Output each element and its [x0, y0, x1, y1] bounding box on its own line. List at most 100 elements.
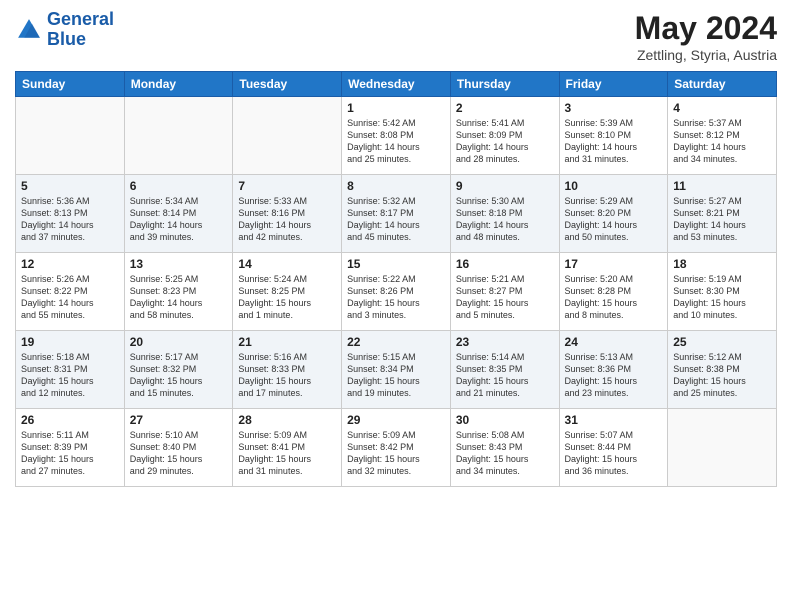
day-number: 25	[673, 335, 771, 349]
calendar-day-empty	[124, 97, 233, 175]
calendar-day-1: 1 Sunrise: 5:42 AM Sunset: 8:08 PM Daylig…	[342, 97, 451, 175]
calendar-day-27: 27 Sunrise: 5:10 AM Sunset: 8:40 PM Dayli…	[124, 409, 233, 487]
calendar-day-26: 26 Sunrise: 5:11 AM Sunset: 8:39 PM Dayli…	[16, 409, 125, 487]
day-number: 20	[130, 335, 228, 349]
day-info: Sunrise: 5:25 AM Sunset: 8:23 PM Dayligh…	[130, 273, 228, 322]
day-number: 3	[565, 101, 663, 115]
day-number: 26	[21, 413, 119, 427]
calendar-day-31: 31Sunrise: 5:07 AM Sunset: 8:44 PM Dayli…	[559, 409, 668, 487]
calendar-day-17: 17 Sunrise: 5:20 AM Sunset: 8:28 PM Dayli…	[559, 253, 668, 331]
weekday-header-monday: Monday	[124, 72, 233, 97]
day-info: Sunrise: 5:14 AM Sunset: 8:35 PM Dayligh…	[456, 351, 554, 400]
day-number: 6	[130, 179, 228, 193]
calendar-day-18: 18Sunrise: 5:19 AM Sunset: 8:30 PM Dayli…	[668, 253, 777, 331]
calendar-week-3: 12 Sunrise: 5:26 AM Sunset: 8:22 PM Dayli…	[16, 253, 777, 331]
calendar-week-1: 1 Sunrise: 5:42 AM Sunset: 8:08 PM Daylig…	[16, 97, 777, 175]
day-number: 27	[130, 413, 228, 427]
day-number: 2	[456, 101, 554, 115]
day-info: Sunrise: 5:41 AM Sunset: 8:09 PM Dayligh…	[456, 117, 554, 166]
calendar-day-21: 21Sunrise: 5:16 AM Sunset: 8:33 PM Dayli…	[233, 331, 342, 409]
day-number: 23	[456, 335, 554, 349]
logo: General Blue	[15, 10, 114, 50]
weekday-header-friday: Friday	[559, 72, 668, 97]
calendar-day-10: 10 Sunrise: 5:29 AM Sunset: 8:20 PM Dayli…	[559, 175, 668, 253]
calendar-day-30: 30 Sunrise: 5:08 AM Sunset: 8:43 PM Dayli…	[450, 409, 559, 487]
day-info: Sunrise: 5:08 AM Sunset: 8:43 PM Dayligh…	[456, 429, 554, 478]
calendar-day-5: 5 Sunrise: 5:36 AM Sunset: 8:13 PM Daylig…	[16, 175, 125, 253]
day-info: Sunrise: 5:12 AM Sunset: 8:38 PM Dayligh…	[673, 351, 771, 400]
day-info: Sunrise: 5:21 AM Sunset: 8:27 PM Dayligh…	[456, 273, 554, 322]
day-info: Sunrise: 5:37 AM Sunset: 8:12 PM Dayligh…	[673, 117, 771, 166]
day-number: 16	[456, 257, 554, 271]
calendar-day-23: 23 Sunrise: 5:14 AM Sunset: 8:35 PM Dayli…	[450, 331, 559, 409]
day-info: Sunrise: 5:22 AM Sunset: 8:26 PM Dayligh…	[347, 273, 445, 322]
day-info: Sunrise: 5:13 AM Sunset: 8:36 PM Dayligh…	[565, 351, 663, 400]
day-info: Sunrise: 5:29 AM Sunset: 8:20 PM Dayligh…	[565, 195, 663, 244]
day-number: 29	[347, 413, 445, 427]
day-number: 12	[21, 257, 119, 271]
calendar-table: SundayMondayTuesdayWednesdayThursdayFrid…	[15, 71, 777, 487]
day-number: 11	[673, 179, 771, 193]
calendar-day-empty	[16, 97, 125, 175]
day-info: Sunrise: 5:17 AM Sunset: 8:32 PM Dayligh…	[130, 351, 228, 400]
day-info: Sunrise: 5:32 AM Sunset: 8:17 PM Dayligh…	[347, 195, 445, 244]
day-info: Sunrise: 5:16 AM Sunset: 8:33 PM Dayligh…	[238, 351, 336, 400]
calendar-week-5: 26 Sunrise: 5:11 AM Sunset: 8:39 PM Dayli…	[16, 409, 777, 487]
day-number: 9	[456, 179, 554, 193]
day-info: Sunrise: 5:42 AM Sunset: 8:08 PM Dayligh…	[347, 117, 445, 166]
logo-text: General Blue	[47, 10, 114, 50]
day-number: 31	[565, 413, 663, 427]
main-title: May 2024	[635, 10, 777, 47]
day-number: 30	[456, 413, 554, 427]
day-number: 19	[21, 335, 119, 349]
day-number: 13	[130, 257, 228, 271]
day-number: 1	[347, 101, 445, 115]
calendar-day-3: 3Sunrise: 5:39 AM Sunset: 8:10 PM Daylig…	[559, 97, 668, 175]
day-info: Sunrise: 5:10 AM Sunset: 8:40 PM Dayligh…	[130, 429, 228, 478]
day-number: 17	[565, 257, 663, 271]
day-info: Sunrise: 5:30 AM Sunset: 8:18 PM Dayligh…	[456, 195, 554, 244]
day-number: 14	[238, 257, 336, 271]
day-number: 4	[673, 101, 771, 115]
day-info: Sunrise: 5:09 AM Sunset: 8:42 PM Dayligh…	[347, 429, 445, 478]
calendar-day-6: 6 Sunrise: 5:34 AM Sunset: 8:14 PM Daylig…	[124, 175, 233, 253]
day-info: Sunrise: 5:34 AM Sunset: 8:14 PM Dayligh…	[130, 195, 228, 244]
day-info: Sunrise: 5:09 AM Sunset: 8:41 PM Dayligh…	[238, 429, 336, 478]
header: General Blue May 2024 Zettling, Styria, …	[15, 10, 777, 63]
day-info: Sunrise: 5:15 AM Sunset: 8:34 PM Dayligh…	[347, 351, 445, 400]
calendar-day-16: 16 Sunrise: 5:21 AM Sunset: 8:27 PM Dayli…	[450, 253, 559, 331]
page: General Blue May 2024 Zettling, Styria, …	[0, 0, 792, 612]
calendar-day-9: 9 Sunrise: 5:30 AM Sunset: 8:18 PM Daylig…	[450, 175, 559, 253]
calendar-day-11: 11 Sunrise: 5:27 AM Sunset: 8:21 PM Dayli…	[668, 175, 777, 253]
day-info: Sunrise: 5:11 AM Sunset: 8:39 PM Dayligh…	[21, 429, 119, 478]
calendar-week-2: 5 Sunrise: 5:36 AM Sunset: 8:13 PM Daylig…	[16, 175, 777, 253]
calendar-day-empty	[233, 97, 342, 175]
calendar-day-2: 2 Sunrise: 5:41 AM Sunset: 8:09 PM Daylig…	[450, 97, 559, 175]
weekday-header-thursday: Thursday	[450, 72, 559, 97]
weekday-header-saturday: Saturday	[668, 72, 777, 97]
calendar-day-22: 22 Sunrise: 5:15 AM Sunset: 8:34 PM Dayli…	[342, 331, 451, 409]
subtitle: Zettling, Styria, Austria	[635, 47, 777, 63]
calendar-day-24: 24Sunrise: 5:13 AM Sunset: 8:36 PM Dayli…	[559, 331, 668, 409]
day-info: Sunrise: 5:26 AM Sunset: 8:22 PM Dayligh…	[21, 273, 119, 322]
calendar-day-28: 28Sunrise: 5:09 AM Sunset: 8:41 PM Dayli…	[233, 409, 342, 487]
calendar-day-25: 25 Sunrise: 5:12 AM Sunset: 8:38 PM Dayli…	[668, 331, 777, 409]
calendar-day-7: 7Sunrise: 5:33 AM Sunset: 8:16 PM Daylig…	[233, 175, 342, 253]
day-info: Sunrise: 5:27 AM Sunset: 8:21 PM Dayligh…	[673, 195, 771, 244]
day-info: Sunrise: 5:33 AM Sunset: 8:16 PM Dayligh…	[238, 195, 336, 244]
calendar-day-12: 12 Sunrise: 5:26 AM Sunset: 8:22 PM Dayli…	[16, 253, 125, 331]
weekday-header-row: SundayMondayTuesdayWednesdayThursdayFrid…	[16, 72, 777, 97]
day-number: 10	[565, 179, 663, 193]
day-number: 5	[21, 179, 119, 193]
calendar-day-13: 13 Sunrise: 5:25 AM Sunset: 8:23 PM Dayli…	[124, 253, 233, 331]
logo-icon	[15, 16, 43, 44]
calendar-day-20: 20 Sunrise: 5:17 AM Sunset: 8:32 PM Dayli…	[124, 331, 233, 409]
calendar-day-29: 29 Sunrise: 5:09 AM Sunset: 8:42 PM Dayli…	[342, 409, 451, 487]
day-number: 15	[347, 257, 445, 271]
day-info: Sunrise: 5:36 AM Sunset: 8:13 PM Dayligh…	[21, 195, 119, 244]
calendar-week-4: 19Sunrise: 5:18 AM Sunset: 8:31 PM Dayli…	[16, 331, 777, 409]
day-number: 22	[347, 335, 445, 349]
day-number: 18	[673, 257, 771, 271]
day-info: Sunrise: 5:20 AM Sunset: 8:28 PM Dayligh…	[565, 273, 663, 322]
calendar-day-empty	[668, 409, 777, 487]
